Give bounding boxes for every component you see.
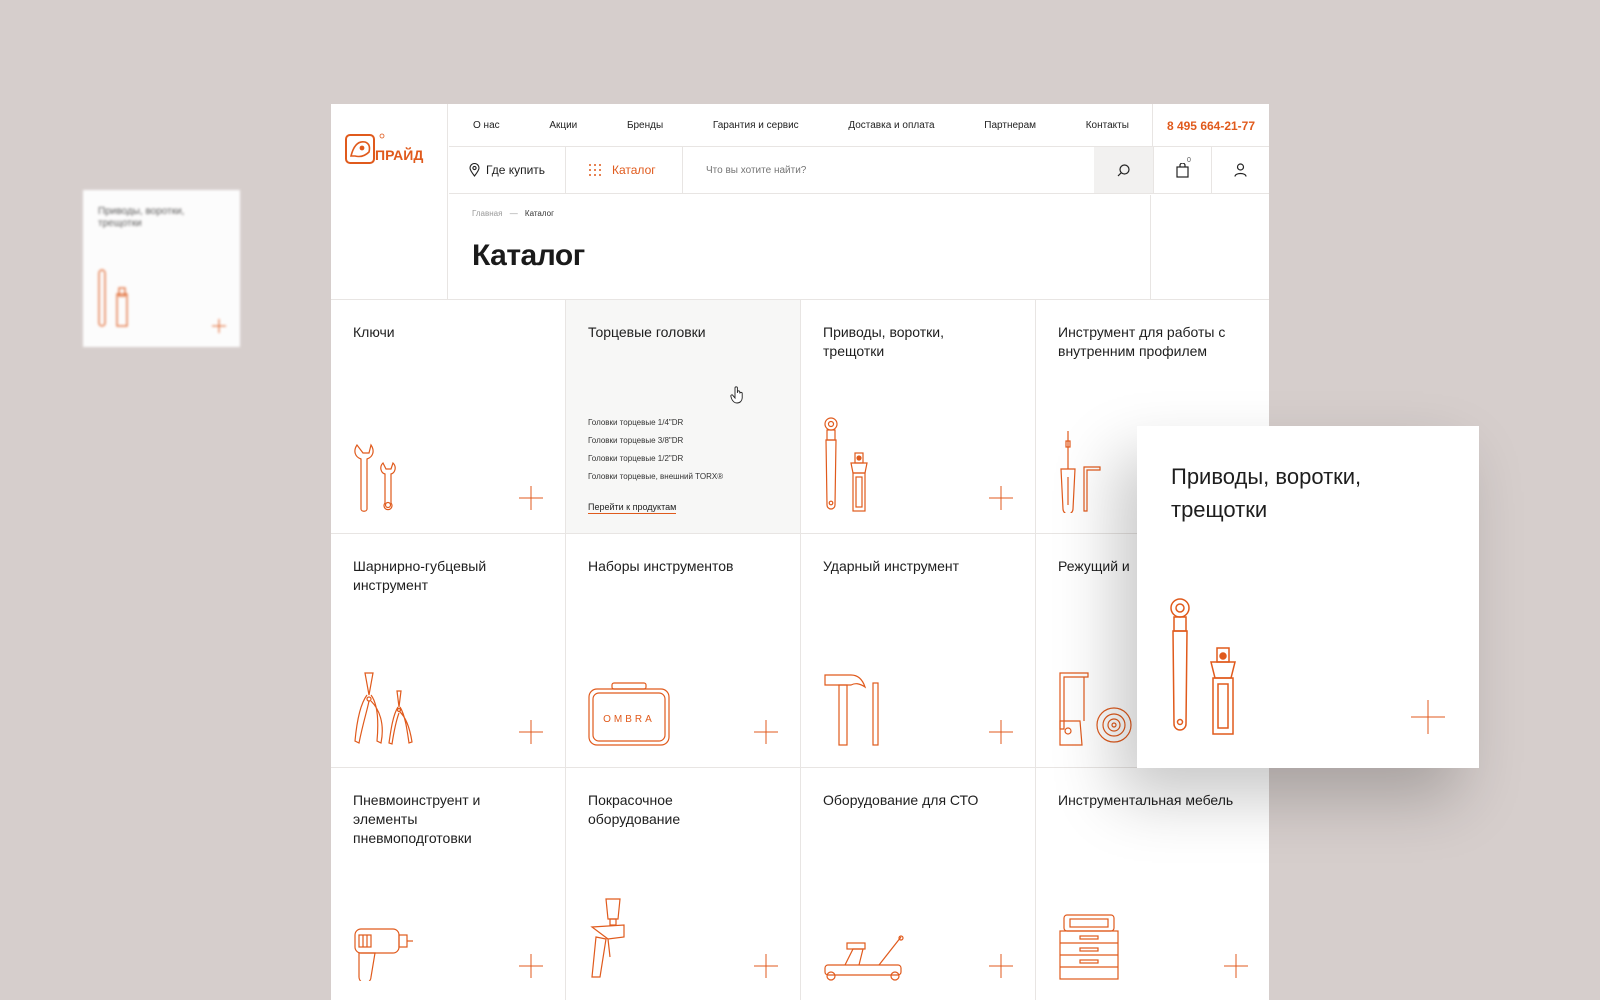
- search-button[interactable]: [1094, 147, 1153, 193]
- go-to-products-link[interactable]: Перейти к продуктам: [588, 502, 677, 514]
- plus-icon[interactable]: [989, 954, 1013, 978]
- category-card-pliers[interactable]: Шарнирно-губцевый инструмент: [331, 534, 566, 768]
- subcategory-link[interactable]: Головки торцевые 1/2"DR: [588, 454, 723, 463]
- blurred-category-card: Приводы, воротки, трещотки: [83, 190, 240, 347]
- grid-dots-icon: [589, 164, 601, 176]
- subcategory-link[interactable]: Головки торцевые, внешний TORX®: [588, 472, 723, 481]
- plus-icon: [212, 319, 226, 333]
- page-title: Каталог: [472, 239, 585, 272]
- plus-icon[interactable]: [519, 486, 543, 510]
- breadcrumb-home[interactable]: Главная: [472, 209, 502, 218]
- plus-icon[interactable]: [754, 954, 778, 978]
- breadcrumb-current: Каталог: [524, 209, 555, 218]
- where-to-buy-label: Где купить: [486, 163, 546, 177]
- pride-logo[interactable]: ПРАЙД: [345, 132, 435, 168]
- toolcase-icon: OMBRA: [588, 682, 670, 746]
- category-card-pneumatic[interactable]: Пневмоинструент и элементы пневмоподгото…: [331, 768, 566, 1000]
- profile-button[interactable]: [1211, 147, 1269, 193]
- toolbar: Где купить Каталог 0: [449, 147, 1269, 194]
- enlarged-category-card[interactable]: Приводы, воротки, трещотки: [1137, 426, 1479, 768]
- nav-item-partners[interactable]: Партнерам: [984, 120, 1036, 131]
- category-label: Оборудование для СТО: [823, 792, 979, 808]
- category-card-sockets[interactable]: Торцевые головки Головки торцевые 1/4"DR…: [566, 300, 801, 534]
- ghost-card-label: Приводы, воротки, трещотки: [98, 206, 185, 229]
- category-card-garage-equipment[interactable]: Оборудование для СТО: [801, 768, 1036, 1000]
- location-pin-icon: [469, 163, 480, 177]
- top-navigation: О нас Акции Бренды Гарантия и сервис Дос…: [449, 104, 1269, 147]
- hammer-icon: [824, 674, 879, 746]
- pliers-icon: [354, 672, 413, 745]
- category-label: Наборы инструментов: [588, 558, 734, 574]
- user-icon: [1234, 163, 1247, 177]
- cart-count-badge: 0: [1187, 157, 1191, 164]
- where-to-buy-button[interactable]: Где купить: [449, 147, 566, 193]
- category-card-tool-furniture[interactable]: Инструментальная мебель: [1036, 768, 1269, 1000]
- logo-cell: ПРАЙД: [331, 104, 448, 299]
- category-card-keys[interactable]: Ключи: [331, 300, 566, 534]
- nav-item-about[interactable]: О нас: [473, 120, 500, 131]
- wrench-icon: [354, 443, 396, 512]
- jack-icon: [824, 935, 904, 981]
- catalog-menu-button[interactable]: Каталог: [566, 147, 683, 193]
- category-grid: Ключи Торцевые головки Головки торцевые …: [331, 299, 1269, 1000]
- plus-icon[interactable]: [1224, 954, 1248, 978]
- plus-icon[interactable]: [989, 486, 1013, 510]
- category-label: Приводы, воротки, трещотки: [823, 324, 945, 359]
- subcategory-list: Головки торцевые 1/4"DR Головки торцевые…: [588, 418, 723, 490]
- category-card-painting[interactable]: Покрасочное оборудование: [566, 768, 801, 1000]
- category-card-ratchets[interactable]: Приводы, воротки, трещотки: [801, 300, 1036, 534]
- category-label: Инструментальная мебель: [1058, 792, 1234, 808]
- category-label: Инструмент для работы с внутренним профи…: [1058, 324, 1226, 359]
- screwdriver-icon: [1060, 431, 1101, 513]
- subcategory-link[interactable]: Головки торцевые 3/8"DR: [588, 436, 723, 445]
- catalog-menu-label: Каталог: [612, 163, 656, 177]
- category-card-impact-tools[interactable]: Ударный инструмент: [801, 534, 1036, 768]
- category-label: Пневмоинструент и элементы пневмоподгото…: [353, 792, 481, 846]
- breadcrumb-separator: —: [509, 209, 518, 218]
- catalog-page: ПРАЙД О нас Акции Бренды Гарантия и серв…: [331, 104, 1269, 1000]
- subcategory-link[interactable]: Головки торцевые 1/4"DR: [588, 418, 723, 427]
- tool-cabinet-icon: [1059, 914, 1119, 980]
- category-label: Ударный инструмент: [823, 558, 960, 574]
- enlarged-card-label: Приводы, воротки, трещотки: [1171, 464, 1362, 522]
- logo-text: ПРАЙД: [375, 146, 423, 163]
- search-input[interactable]: [683, 147, 1094, 193]
- nav-item-delivery[interactable]: Доставка и оплата: [848, 120, 934, 131]
- shopping-bag-icon: [1176, 162, 1189, 178]
- spray-gun-icon: [590, 898, 625, 978]
- ratchet-icon: [824, 417, 868, 512]
- phone-link[interactable]: 8 495 664-21-77: [1152, 104, 1269, 147]
- nav-item-brands[interactable]: Бренды: [627, 120, 663, 131]
- ratchet-icon: [1170, 598, 1236, 735]
- cart-button[interactable]: 0: [1153, 147, 1211, 193]
- case-brand-text: OMBRA: [603, 714, 655, 725]
- category-label: Покрасочное оборудование: [588, 792, 681, 827]
- ratchet-icon: [98, 269, 128, 327]
- plus-icon[interactable]: [989, 720, 1013, 744]
- category-label: Торцевые головки: [588, 324, 706, 340]
- plus-icon[interactable]: [754, 720, 778, 744]
- page-header: Главная — Каталог Каталог: [449, 195, 1151, 299]
- category-card-tool-sets[interactable]: Наборы инструментов OMBRA: [566, 534, 801, 768]
- plus-icon[interactable]: [519, 954, 543, 978]
- search-icon: [1117, 163, 1130, 176]
- plus-icon[interactable]: [519, 720, 543, 744]
- hand-cursor-icon: [730, 386, 743, 404]
- saw-icon: [1059, 672, 1132, 746]
- pneumatic-drill-icon: [354, 928, 413, 981]
- plus-icon[interactable]: [1411, 700, 1445, 734]
- category-label: Шарнирно-губцевый инструмент: [353, 558, 487, 593]
- category-label: Ключи: [353, 324, 395, 340]
- nav-item-warranty[interactable]: Гарантия и сервис: [713, 120, 799, 131]
- breadcrumb: Главная — Каталог: [472, 209, 554, 218]
- nav-item-promotions[interactable]: Акции: [549, 120, 577, 131]
- nav-item-contacts[interactable]: Контакты: [1086, 120, 1129, 131]
